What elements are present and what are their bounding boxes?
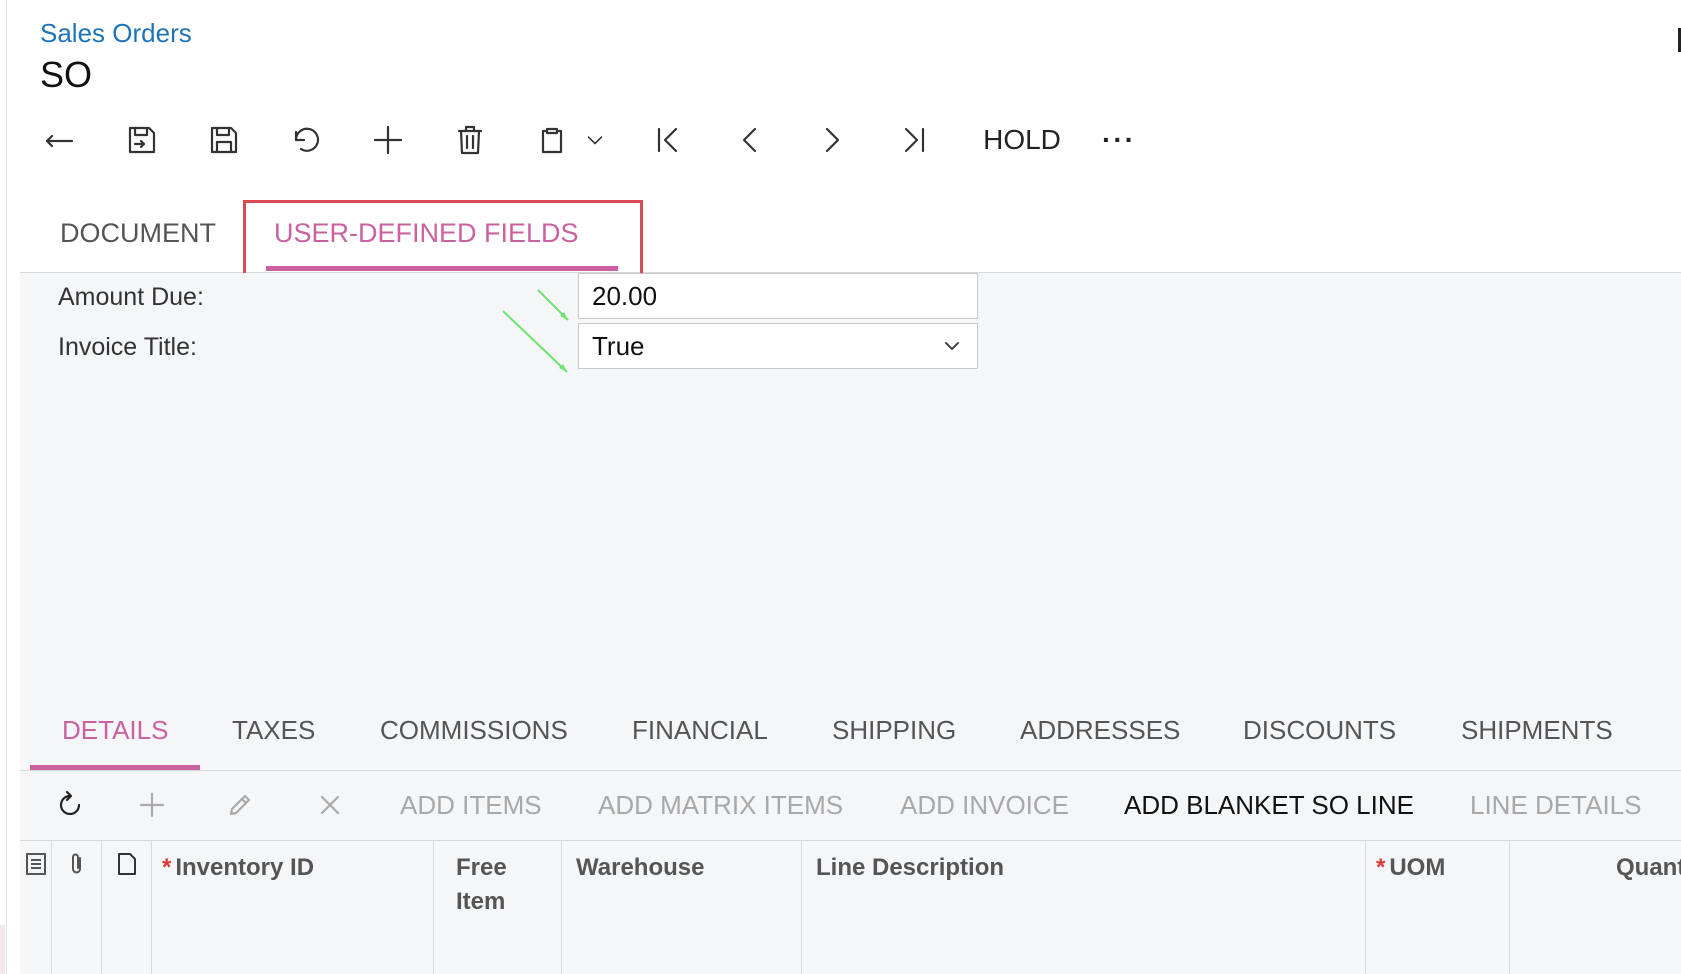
main-toolbar: HOLD ··· xyxy=(0,112,1681,168)
details-tabs: DETAILS TAXES COMMISSIONS FINANCIAL SHIP… xyxy=(20,693,1681,771)
add-row-button[interactable] xyxy=(130,770,174,840)
undo-icon xyxy=(294,127,320,152)
add-matrix-items-button[interactable]: ADD MATRIX ITEMS xyxy=(598,790,843,821)
col-uom[interactable]: * UOM xyxy=(1366,841,1510,974)
pencil-icon xyxy=(229,794,251,816)
grid-toolbar: ADD ITEMS ADD MATRIX ITEMS ADD INVOICE A… xyxy=(20,770,1681,841)
more-actions-button[interactable]: ··· xyxy=(1092,112,1146,168)
col-free-item[interactable]: Free Item xyxy=(434,841,562,974)
save-icon xyxy=(210,126,238,154)
col-free-item-label-line2: Item xyxy=(456,888,506,915)
invoice-title-label: Invoice Title: xyxy=(58,333,197,361)
first-record-button[interactable] xyxy=(646,112,690,168)
back-button[interactable] xyxy=(38,112,82,168)
user-defined-fields-panel: Amount Due: 20.00 Invoice Title: True xyxy=(20,273,1681,693)
plus-icon xyxy=(139,792,165,818)
col-warehouse-label: Warehouse xyxy=(576,854,705,881)
invoice-title-value: True xyxy=(592,330,645,361)
add-button[interactable] xyxy=(366,112,410,168)
col-notes[interactable] xyxy=(20,841,52,974)
tab-discounts[interactable]: DISCOUNTS xyxy=(1243,715,1396,746)
tab-taxes[interactable]: TAXES xyxy=(232,715,315,746)
tab-financial[interactable]: FINANCIAL xyxy=(632,715,768,746)
details-section: DETAILS TAXES COMMISSIONS FINANCIAL SHIP… xyxy=(20,693,1681,974)
col-line-description-label: Line Description xyxy=(816,854,1005,881)
invoice-title-select[interactable]: True xyxy=(578,323,978,369)
next-record-button[interactable] xyxy=(810,112,854,168)
chevron-down-icon xyxy=(945,342,959,351)
add-invoice-button[interactable]: ADD INVOICE xyxy=(900,790,1069,821)
back-arrow-icon xyxy=(45,134,74,148)
document-icon xyxy=(118,853,136,875)
col-inventory-id-label: Inventory ID xyxy=(175,854,315,881)
tab-addresses[interactable]: ADDRESSES xyxy=(1020,715,1180,746)
last-record-icon xyxy=(904,127,925,153)
page-title: SO xyxy=(40,54,93,95)
first-record-icon xyxy=(657,127,678,153)
col-warehouse[interactable]: Warehouse xyxy=(562,841,802,974)
col-document[interactable] xyxy=(102,841,152,974)
tab-shipments[interactable]: SHIPMENTS xyxy=(1461,715,1613,746)
copy-paste-button[interactable] xyxy=(530,112,574,168)
notes-icon xyxy=(26,853,46,875)
delete-button[interactable] xyxy=(448,112,492,168)
col-line-description[interactable]: Line Description xyxy=(802,841,1366,974)
left-edge-accent xyxy=(0,925,5,974)
last-record-button[interactable] xyxy=(892,112,936,168)
col-quantity[interactable]: Quantity xyxy=(1510,841,1681,974)
col-inventory-id[interactable]: * Inventory ID xyxy=(152,841,434,974)
copy-paste-dropdown[interactable] xyxy=(580,112,610,168)
plus-icon xyxy=(373,125,403,155)
chevron-right-icon xyxy=(825,127,840,153)
paperclip-icon xyxy=(72,853,81,874)
save-and-close-icon xyxy=(128,126,156,154)
tab-shipping[interactable]: SHIPPING xyxy=(832,715,956,746)
tab-document[interactable]: DOCUMENT xyxy=(60,218,216,249)
highlight-annotation-box xyxy=(243,200,643,276)
undo-button[interactable] xyxy=(284,112,328,168)
col-attachments[interactable] xyxy=(52,841,102,974)
delete-row-button[interactable] xyxy=(308,770,352,840)
col-uom-label: UOM xyxy=(1389,854,1446,881)
chevron-left-icon xyxy=(742,127,757,153)
col-free-item-label-line1: Free xyxy=(456,854,507,881)
col-quantity-label: Quantity xyxy=(1616,854,1681,881)
line-details-button[interactable]: LINE DETAILS xyxy=(1470,790,1641,821)
amount-due-value: 20.00 xyxy=(592,280,658,311)
required-asterisk: * xyxy=(162,854,172,881)
refresh-icon xyxy=(59,790,81,816)
trash-icon xyxy=(457,125,483,155)
chevron-down-icon xyxy=(587,136,603,145)
amount-due-field[interactable]: 20.00 xyxy=(578,273,978,319)
tab-commissions[interactable]: COMMISSIONS xyxy=(380,715,568,746)
save-and-close-button[interactable] xyxy=(120,112,164,168)
edit-row-button[interactable] xyxy=(218,770,262,840)
previous-record-button[interactable] xyxy=(728,112,772,168)
tab-details[interactable]: DETAILS xyxy=(62,715,168,746)
refresh-button[interactable] xyxy=(48,770,92,840)
breadcrumb[interactable]: Sales Orders xyxy=(40,18,192,49)
add-blanket-so-line-button[interactable]: ADD BLANKET SO LINE xyxy=(1124,790,1414,821)
save-button[interactable] xyxy=(202,112,246,168)
grid-header: * Inventory ID Free Item Warehouse Line D… xyxy=(20,841,1681,974)
hold-button[interactable]: HOLD xyxy=(972,112,1072,168)
required-asterisk: * xyxy=(1376,854,1386,881)
amount-due-label: Amount Due: xyxy=(58,283,204,311)
close-icon xyxy=(320,795,340,815)
add-items-button[interactable]: ADD ITEMS xyxy=(400,790,542,821)
clipboard-icon xyxy=(541,127,563,154)
